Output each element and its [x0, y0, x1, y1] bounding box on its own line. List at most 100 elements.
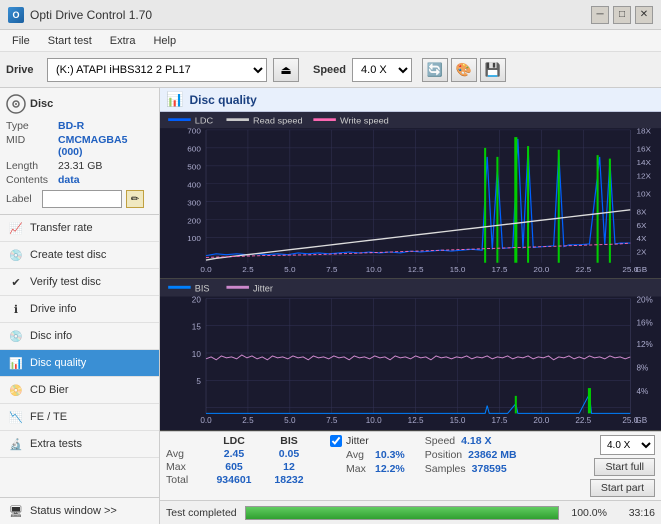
samples-key: Samples: [425, 463, 466, 475]
jitter-checkbox[interactable]: [330, 435, 342, 447]
stats-bis-header: BIS: [264, 435, 314, 447]
label-input[interactable]: [42, 190, 122, 208]
jitter-label: Jitter: [346, 435, 369, 447]
max-bis: 12: [264, 461, 314, 473]
fe-te-label: FE / TE: [30, 411, 67, 423]
sidebar-item-fe-te[interactable]: 📉 FE / TE: [0, 404, 159, 431]
type-value: BD-R: [58, 120, 84, 132]
svg-text:Write speed: Write speed: [340, 116, 389, 125]
svg-text:8%: 8%: [636, 364, 648, 373]
fe-te-icon: 📉: [8, 409, 24, 425]
avg-jitter-label: Avg: [346, 449, 371, 461]
stats-table: LDC BIS Avg 2.45 0.05 Max 605 12 Total 9…: [166, 435, 314, 486]
sidebar-item-create-test-disc[interactable]: 💿 Create test disc: [0, 242, 159, 269]
svg-text:12.5: 12.5: [408, 265, 424, 273]
total-label: Total: [166, 474, 204, 486]
svg-text:4%: 4%: [636, 387, 648, 396]
color-button[interactable]: 🎨: [451, 58, 477, 82]
progress-bar-outer: [245, 506, 559, 520]
sidebar-item-cd-bier[interactable]: 📀 CD Bier: [0, 377, 159, 404]
svg-text:2.5: 2.5: [242, 416, 254, 425]
mid-label: MID: [6, 134, 58, 158]
mid-value: CMCMAGBA5 (000): [58, 134, 153, 158]
svg-text:GB: GB: [635, 265, 647, 273]
disc-mid-row: MID CMCMAGBA5 (000): [6, 134, 153, 158]
svg-text:0.0: 0.0: [200, 416, 212, 425]
svg-text:6X: 6X: [636, 221, 646, 229]
transfer-rate-icon: 📈: [8, 220, 24, 236]
title-bar: O Opti Drive Control 1.70 ─ □ ✕: [0, 0, 661, 30]
menu-start-test[interactable]: Start test: [40, 33, 100, 49]
svg-text:10X: 10X: [636, 190, 651, 198]
svg-text:500: 500: [187, 163, 201, 171]
sidebar-item-transfer-rate[interactable]: 📈 Transfer rate: [0, 215, 159, 242]
save-button[interactable]: 💾: [480, 58, 506, 82]
start-full-button[interactable]: Start full: [594, 458, 655, 476]
samples-value: 378595: [472, 463, 507, 475]
sidebar-item-drive-info[interactable]: ℹ Drive info: [0, 296, 159, 323]
contents-value: data: [58, 174, 80, 186]
svg-text:16X: 16X: [636, 145, 651, 153]
position-key: Position: [425, 449, 462, 461]
speed-key: Speed: [425, 435, 455, 447]
contents-label: Contents: [6, 174, 58, 186]
status-window-icon: 🖥: [8, 503, 24, 519]
svg-text:300: 300: [187, 199, 201, 207]
drive-select[interactable]: (K:) ATAPI iHBS312 2 PL17: [47, 58, 267, 82]
quality-speed-select[interactable]: 4.0 X: [600, 435, 655, 455]
progress-time: 33:16: [615, 507, 655, 519]
extra-tests-label: Extra tests: [30, 438, 82, 450]
progress-area: Test completed 100.0% 33:16: [160, 500, 661, 524]
svg-text:100: 100: [187, 235, 201, 243]
menu-extra[interactable]: Extra: [102, 33, 144, 49]
speed-select[interactable]: 4.0 X 2.0 X 8.0 X: [352, 58, 412, 82]
label-key: Label: [6, 193, 38, 205]
svg-text:14X: 14X: [636, 158, 651, 166]
max-label: Max: [166, 461, 204, 473]
svg-text:20%: 20%: [636, 296, 652, 305]
minimize-button[interactable]: ─: [591, 6, 609, 24]
refresh-button[interactable]: 🔄: [422, 58, 448, 82]
maximize-button[interactable]: □: [613, 6, 631, 24]
svg-text:20.0: 20.0: [533, 416, 549, 425]
drive-info-icon: ℹ: [8, 301, 24, 317]
svg-text:10.0: 10.0: [366, 416, 382, 425]
svg-text:10.0: 10.0: [366, 265, 382, 273]
svg-text:18X: 18X: [636, 127, 651, 135]
status-window-item[interactable]: 🖥 Status window >>: [0, 497, 159, 524]
svg-text:LDC: LDC: [195, 116, 213, 125]
svg-text:700: 700: [187, 127, 201, 135]
start-part-button[interactable]: Start part: [590, 479, 655, 497]
disc-type-row: Type BD-R: [6, 120, 153, 132]
disc-header-icon: [6, 94, 26, 114]
svg-text:5: 5: [196, 377, 201, 386]
drive-toolbar: Drive (K:) ATAPI iHBS312 2 PL17 ⏏ Speed …: [0, 52, 661, 88]
svg-text:22.5: 22.5: [575, 416, 591, 425]
menu-file[interactable]: File: [4, 33, 38, 49]
svg-text:Jitter: Jitter: [253, 284, 273, 294]
window-controls: ─ □ ✕: [591, 6, 653, 24]
drive-label: Drive: [6, 64, 41, 76]
menu-bar: File Start test Extra Help: [0, 30, 661, 52]
sidebar-item-verify-test-disc[interactable]: ✔ Verify test disc: [0, 269, 159, 296]
eject-button[interactable]: ⏏: [273, 58, 299, 82]
extra-tests-icon: 🔬: [8, 436, 24, 452]
progress-bar-inner: [246, 507, 558, 519]
svg-text:200: 200: [187, 217, 201, 225]
label-edit-button[interactable]: ✏: [126, 190, 144, 208]
svg-text:0.0: 0.0: [200, 265, 211, 273]
svg-text:2.5: 2.5: [242, 265, 253, 273]
disc-panel: Disc Type BD-R MID CMCMAGBA5 (000) Lengt…: [0, 88, 159, 215]
svg-text:5.0: 5.0: [284, 416, 296, 425]
sidebar: Disc Type BD-R MID CMCMAGBA5 (000) Lengt…: [0, 88, 160, 524]
sidebar-item-extra-tests[interactable]: 🔬 Extra tests: [0, 431, 159, 458]
menu-help[interactable]: Help: [145, 33, 184, 49]
close-button[interactable]: ✕: [635, 6, 653, 24]
svg-text:20.0: 20.0: [533, 265, 549, 273]
disc-label-row: Label ✏: [6, 190, 153, 208]
speed-label: Speed: [313, 64, 346, 76]
length-value: 23.31 GB: [58, 160, 102, 172]
total-ldc: 934601: [208, 474, 260, 486]
sidebar-item-disc-quality[interactable]: 📊 Disc quality: [0, 350, 159, 377]
sidebar-item-disc-info[interactable]: 💿 Disc info: [0, 323, 159, 350]
